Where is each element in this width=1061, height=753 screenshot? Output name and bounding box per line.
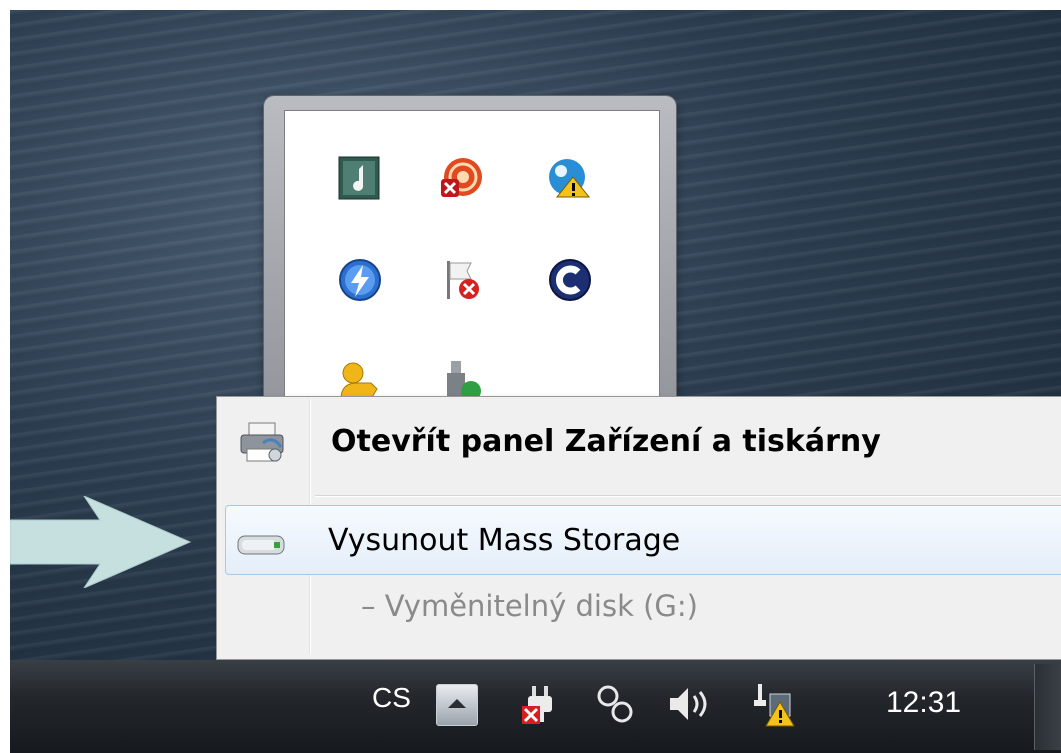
eject-mass-storage-label: Vysunout Mass Storage <box>328 522 681 558</box>
eject-mass-storage-item[interactable]: Vysunout Mass Storage <box>225 505 1061 575</box>
action-center-error-flag-icon[interactable] <box>439 257 485 303</box>
open-devices-printers-item[interactable]: Otevřít panel Zařízení a tiskárny <box>221 409 1061 473</box>
device-context-menu: Otevřít panel Zařízení a tiskárny Vysuno… <box>216 396 1061 660</box>
taskbar: CS 12:31 <box>10 660 1061 753</box>
clock[interactable]: 12:31 <box>886 686 961 720</box>
music-icon[interactable] <box>337 155 383 201</box>
removable-disk-subitem: – Vyměnitelný disk (G:) <box>221 577 1061 635</box>
network-warning-icon[interactable] <box>547 155 593 201</box>
overflow-icon-grid <box>284 110 660 432</box>
flash-icon[interactable] <box>337 257 383 303</box>
open-devices-printers-label: Otevřít panel Zařízení a tiskárny <box>331 423 881 459</box>
removable-disk-label: – Vyměnitelný disk (G:) <box>361 589 698 623</box>
show-hidden-icons-icon[interactable] <box>436 684 478 726</box>
show-desktop-button[interactable] <box>1034 664 1061 750</box>
power-unplugged-icon[interactable] <box>518 680 566 728</box>
menu-separator <box>315 495 1061 497</box>
sync-icon[interactable] <box>592 680 640 728</box>
printer-icon <box>235 421 291 465</box>
network-warning-icon-taskbar[interactable] <box>750 680 798 728</box>
removable-drive-icon <box>232 522 288 566</box>
language-indicator[interactable]: CS <box>372 682 411 714</box>
rss-error-icon[interactable] <box>439 155 485 201</box>
notification-overflow-panel <box>264 96 676 436</box>
c-app-icon[interactable] <box>547 257 593 303</box>
volume-icon[interactable] <box>664 680 712 728</box>
pointer-arrow-annotation <box>10 494 200 590</box>
